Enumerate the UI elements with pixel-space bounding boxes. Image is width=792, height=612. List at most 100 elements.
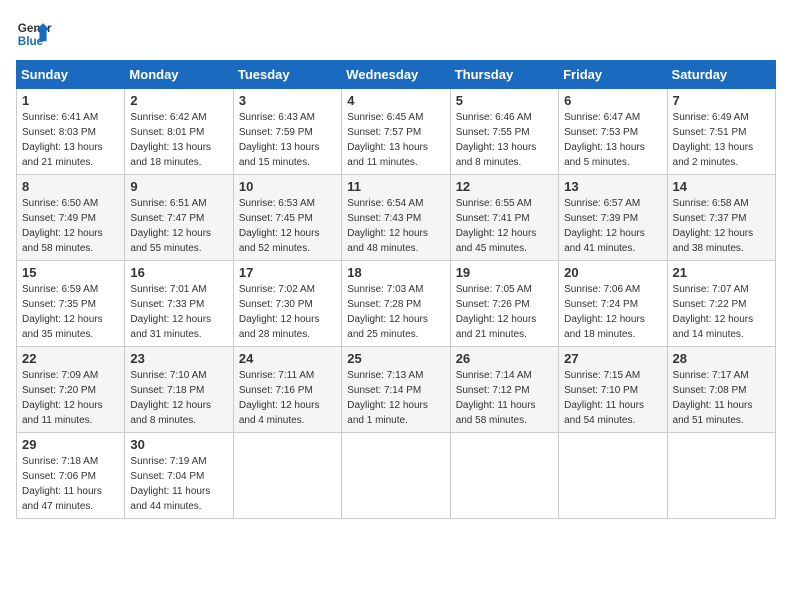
day-info: Sunrise: 6:55 AMSunset: 7:41 PMDaylight:…: [456, 198, 537, 254]
calendar-table: SundayMondayTuesdayWednesdayThursdayFrid…: [16, 60, 776, 519]
calendar-week-3: 15 Sunrise: 6:59 AMSunset: 7:35 PMDaylig…: [17, 261, 776, 347]
day-info: Sunrise: 7:07 AMSunset: 7:22 PMDaylight:…: [673, 284, 754, 340]
day-info: Sunrise: 6:49 AMSunset: 7:51 PMDaylight:…: [673, 112, 754, 168]
day-info: Sunrise: 7:17 AMSunset: 7:08 PMDaylight:…: [673, 370, 753, 426]
calendar-header-row: SundayMondayTuesdayWednesdayThursdayFrid…: [17, 61, 776, 89]
day-info: Sunrise: 6:51 AMSunset: 7:47 PMDaylight:…: [130, 198, 211, 254]
day-info: Sunrise: 7:03 AMSunset: 7:28 PMDaylight:…: [347, 284, 428, 340]
day-number: 27: [564, 351, 661, 366]
day-number: 17: [239, 265, 336, 280]
day-info: Sunrise: 6:42 AMSunset: 8:01 PMDaylight:…: [130, 112, 211, 168]
day-number: 11: [347, 179, 444, 194]
day-number: 30: [130, 437, 227, 452]
calendar-cell: 17 Sunrise: 7:02 AMSunset: 7:30 PMDaylig…: [233, 261, 341, 347]
calendar-cell: 4 Sunrise: 6:45 AMSunset: 7:57 PMDayligh…: [342, 89, 450, 175]
day-info: Sunrise: 7:01 AMSunset: 7:33 PMDaylight:…: [130, 284, 211, 340]
calendar-cell: 9 Sunrise: 6:51 AMSunset: 7:47 PMDayligh…: [125, 175, 233, 261]
day-number: 20: [564, 265, 661, 280]
calendar-cell: 27 Sunrise: 7:15 AMSunset: 7:10 PMDaylig…: [559, 347, 667, 433]
day-number: 14: [673, 179, 770, 194]
calendar-cell: [450, 433, 558, 519]
day-info: Sunrise: 7:02 AMSunset: 7:30 PMDaylight:…: [239, 284, 320, 340]
day-number: 9: [130, 179, 227, 194]
calendar-cell: 1 Sunrise: 6:41 AMSunset: 8:03 PMDayligh…: [17, 89, 125, 175]
day-number: 10: [239, 179, 336, 194]
day-number: 25: [347, 351, 444, 366]
day-info: Sunrise: 6:58 AMSunset: 7:37 PMDaylight:…: [673, 198, 754, 254]
calendar-cell: 3 Sunrise: 6:43 AMSunset: 7:59 PMDayligh…: [233, 89, 341, 175]
calendar-cell: 26 Sunrise: 7:14 AMSunset: 7:12 PMDaylig…: [450, 347, 558, 433]
day-number: 18: [347, 265, 444, 280]
day-info: Sunrise: 7:19 AMSunset: 7:04 PMDaylight:…: [130, 456, 210, 512]
day-info: Sunrise: 7:06 AMSunset: 7:24 PMDaylight:…: [564, 284, 645, 340]
day-info: Sunrise: 6:59 AMSunset: 7:35 PMDaylight:…: [22, 284, 103, 340]
day-number: 8: [22, 179, 119, 194]
day-number: 22: [22, 351, 119, 366]
day-number: 16: [130, 265, 227, 280]
day-info: Sunrise: 6:57 AMSunset: 7:39 PMDaylight:…: [564, 198, 645, 254]
day-info: Sunrise: 7:11 AMSunset: 7:16 PMDaylight:…: [239, 370, 320, 426]
calendar-cell: 10 Sunrise: 6:53 AMSunset: 7:45 PMDaylig…: [233, 175, 341, 261]
day-info: Sunrise: 6:46 AMSunset: 7:55 PMDaylight:…: [456, 112, 537, 168]
day-info: Sunrise: 6:41 AMSunset: 8:03 PMDaylight:…: [22, 112, 103, 168]
day-info: Sunrise: 7:18 AMSunset: 7:06 PMDaylight:…: [22, 456, 102, 512]
page-header: General Blue: [16, 16, 776, 52]
day-info: Sunrise: 7:09 AMSunset: 7:20 PMDaylight:…: [22, 370, 103, 426]
day-info: Sunrise: 6:43 AMSunset: 7:59 PMDaylight:…: [239, 112, 320, 168]
day-number: 2: [130, 93, 227, 108]
day-number: 29: [22, 437, 119, 452]
calendar-cell: 22 Sunrise: 7:09 AMSunset: 7:20 PMDaylig…: [17, 347, 125, 433]
logo-icon: General Blue: [16, 16, 52, 52]
calendar-cell: 5 Sunrise: 6:46 AMSunset: 7:55 PMDayligh…: [450, 89, 558, 175]
header-tuesday: Tuesday: [233, 61, 341, 89]
calendar-cell: [233, 433, 341, 519]
header-friday: Friday: [559, 61, 667, 89]
calendar-cell: 14 Sunrise: 6:58 AMSunset: 7:37 PMDaylig…: [667, 175, 775, 261]
calendar-cell: 21 Sunrise: 7:07 AMSunset: 7:22 PMDaylig…: [667, 261, 775, 347]
calendar-week-5: 29 Sunrise: 7:18 AMSunset: 7:06 PMDaylig…: [17, 433, 776, 519]
day-info: Sunrise: 7:05 AMSunset: 7:26 PMDaylight:…: [456, 284, 537, 340]
calendar-cell: 25 Sunrise: 7:13 AMSunset: 7:14 PMDaylig…: [342, 347, 450, 433]
header-saturday: Saturday: [667, 61, 775, 89]
day-number: 15: [22, 265, 119, 280]
calendar-cell: 2 Sunrise: 6:42 AMSunset: 8:01 PMDayligh…: [125, 89, 233, 175]
calendar-cell: 18 Sunrise: 7:03 AMSunset: 7:28 PMDaylig…: [342, 261, 450, 347]
calendar-cell: [342, 433, 450, 519]
calendar-cell: 30 Sunrise: 7:19 AMSunset: 7:04 PMDaylig…: [125, 433, 233, 519]
calendar-cell: [559, 433, 667, 519]
calendar-cell: 8 Sunrise: 6:50 AMSunset: 7:49 PMDayligh…: [17, 175, 125, 261]
day-number: 3: [239, 93, 336, 108]
calendar-cell: 29 Sunrise: 7:18 AMSunset: 7:06 PMDaylig…: [17, 433, 125, 519]
day-number: 26: [456, 351, 553, 366]
calendar-cell: 19 Sunrise: 7:05 AMSunset: 7:26 PMDaylig…: [450, 261, 558, 347]
calendar-week-4: 22 Sunrise: 7:09 AMSunset: 7:20 PMDaylig…: [17, 347, 776, 433]
day-number: 21: [673, 265, 770, 280]
header-thursday: Thursday: [450, 61, 558, 89]
calendar-cell: 15 Sunrise: 6:59 AMSunset: 7:35 PMDaylig…: [17, 261, 125, 347]
calendar-cell: 7 Sunrise: 6:49 AMSunset: 7:51 PMDayligh…: [667, 89, 775, 175]
calendar-cell: 16 Sunrise: 7:01 AMSunset: 7:33 PMDaylig…: [125, 261, 233, 347]
header-wednesday: Wednesday: [342, 61, 450, 89]
calendar-cell: 24 Sunrise: 7:11 AMSunset: 7:16 PMDaylig…: [233, 347, 341, 433]
day-number: 1: [22, 93, 119, 108]
day-number: 28: [673, 351, 770, 366]
day-number: 19: [456, 265, 553, 280]
day-info: Sunrise: 7:14 AMSunset: 7:12 PMDaylight:…: [456, 370, 536, 426]
day-info: Sunrise: 7:15 AMSunset: 7:10 PMDaylight:…: [564, 370, 644, 426]
day-number: 23: [130, 351, 227, 366]
calendar-cell: 13 Sunrise: 6:57 AMSunset: 7:39 PMDaylig…: [559, 175, 667, 261]
day-info: Sunrise: 6:50 AMSunset: 7:49 PMDaylight:…: [22, 198, 103, 254]
header-monday: Monday: [125, 61, 233, 89]
calendar-cell: 11 Sunrise: 6:54 AMSunset: 7:43 PMDaylig…: [342, 175, 450, 261]
day-info: Sunrise: 6:53 AMSunset: 7:45 PMDaylight:…: [239, 198, 320, 254]
day-info: Sunrise: 7:13 AMSunset: 7:14 PMDaylight:…: [347, 370, 428, 426]
calendar-cell: [667, 433, 775, 519]
logo: General Blue: [16, 16, 56, 52]
day-number: 12: [456, 179, 553, 194]
calendar-cell: 12 Sunrise: 6:55 AMSunset: 7:41 PMDaylig…: [450, 175, 558, 261]
calendar-week-1: 1 Sunrise: 6:41 AMSunset: 8:03 PMDayligh…: [17, 89, 776, 175]
day-number: 6: [564, 93, 661, 108]
calendar-week-2: 8 Sunrise: 6:50 AMSunset: 7:49 PMDayligh…: [17, 175, 776, 261]
day-number: 13: [564, 179, 661, 194]
header-sunday: Sunday: [17, 61, 125, 89]
